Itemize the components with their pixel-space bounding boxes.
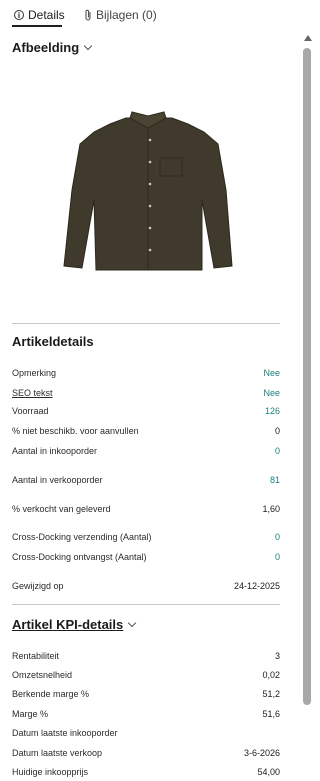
kpi-row-rentabiliteit: Rentabiliteit 3: [12, 649, 280, 663]
tab-details[interactable]: i Details: [14, 8, 65, 22]
row-label-link[interactable]: SEO tekst: [12, 388, 53, 398]
row-value-link[interactable]: 0: [275, 532, 280, 542]
tab-bar: i Details Bijlagen (0): [0, 0, 300, 32]
row-label: Gewijzigd op: [12, 581, 64, 591]
tab-attachments[interactable]: Bijlagen (0): [84, 8, 157, 22]
scroll-up-arrow-icon[interactable]: [304, 35, 312, 41]
row-label: Opmerking: [12, 368, 57, 378]
info-icon: i: [14, 10, 24, 20]
row-value: 3-6-2026: [243, 748, 280, 758]
row-label: Datum laatste verkoop: [12, 748, 103, 758]
active-tab-indicator: [12, 25, 62, 27]
detail-row-verkooporder: Aantal in verkooporder 81: [12, 473, 280, 487]
kpi-row-berkende-marge: Berkende marge % 51,2: [12, 687, 280, 701]
row-value: 51,6: [262, 709, 280, 719]
chevron-down-icon: [128, 618, 137, 627]
detail-row-crossdock-ontvangst: Cross-Docking ontvangst (Aantal) 0: [12, 550, 280, 564]
detail-row-seo: SEO tekst Nee: [12, 386, 280, 400]
kpi-details-header[interactable]: Artikel KPI-details: [12, 617, 137, 632]
row-value-link[interactable]: Nee: [263, 368, 280, 378]
detail-row-inkooporder: Aantal in inkooporder 0: [12, 444, 280, 458]
paperclip-icon: [85, 9, 91, 21]
row-value: 1,60: [262, 504, 280, 514]
row-label: Huidige inkoopprijs: [12, 767, 89, 777]
row-label: Cross-Docking verzending (Aantal): [12, 532, 152, 542]
row-label: Rentabiliteit: [12, 651, 60, 661]
row-label: Cross-Docking ontvangst (Aantal): [12, 552, 147, 562]
kpi-row-laatste-verkoop: Datum laatste verkoop 3-6-2026: [12, 746, 280, 760]
row-value-link[interactable]: Nee: [263, 388, 280, 398]
row-label: Voorraad: [12, 406, 49, 416]
row-label: % verkocht van geleverd: [12, 504, 111, 514]
row-label: Datum laatste inkooporder: [12, 728, 118, 738]
row-label: % niet beschikb. voor aanvullen: [12, 426, 139, 436]
detail-row-voorraad: Voorraad 126: [12, 404, 280, 418]
divider: [12, 323, 280, 324]
kpi-details-title: Artikel KPI-details: [12, 617, 124, 632]
row-value-link[interactable]: 0: [275, 552, 280, 562]
row-value: 3: [274, 651, 280, 661]
detail-row-opmerking: Opmerking Nee: [12, 366, 280, 380]
scrollbar-thumb[interactable]: [303, 48, 311, 705]
chevron-down-icon: [83, 41, 93, 50]
article-details-title: Artikeldetails: [12, 334, 94, 349]
row-label: Berkende marge %: [12, 689, 90, 699]
kpi-row-inkoopprijs: Huidige inkoopprijs 54,00: [12, 765, 280, 779]
detail-row-gewijzigd: Gewijzigd op 24-12-2025: [12, 579, 280, 593]
row-value: 51,2: [262, 689, 280, 699]
kpi-row-omzetsnelheid: Omzetsnelheid 0,02: [12, 668, 280, 682]
article-details-header: Artikeldetails: [12, 334, 94, 349]
row-value-link[interactable]: 81: [270, 475, 280, 485]
row-value-link[interactable]: 0: [275, 446, 280, 456]
image-section-title: Afbeelding: [12, 40, 80, 55]
row-label: Aantal in inkooporder: [12, 446, 98, 456]
row-value: 0: [274, 426, 280, 436]
detail-row-niet-beschikb: % niet beschikb. voor aanvullen 0: [12, 424, 280, 438]
tab-attachments-label: Bijlagen (0): [96, 8, 157, 22]
row-value: 24-12-2025: [233, 581, 280, 591]
row-label: Aantal in verkooporder: [12, 475, 103, 485]
detail-row-crossdock-verzending: Cross-Docking verzending (Aantal) 0: [12, 530, 280, 544]
image-section-header[interactable]: Afbeelding: [12, 40, 93, 55]
vertical-scrollbar[interactable]: [301, 30, 315, 781]
row-value: 54,00: [257, 767, 280, 777]
row-label: Omzetsnelheid: [12, 670, 73, 680]
divider: [12, 604, 280, 605]
kpi-row-laatste-inkooporder: Datum laatste inkooporder: [12, 726, 280, 740]
kpi-row-marge: Marge % 51,6: [12, 707, 280, 721]
tab-details-label: Details: [28, 8, 65, 22]
detail-row-verkocht: % verkocht van geleverd 1,60: [12, 502, 280, 516]
row-value: 0,02: [262, 670, 280, 680]
row-value-link[interactable]: 126: [265, 406, 280, 416]
row-label: Marge %: [12, 709, 49, 719]
product-image: [50, 70, 246, 306]
